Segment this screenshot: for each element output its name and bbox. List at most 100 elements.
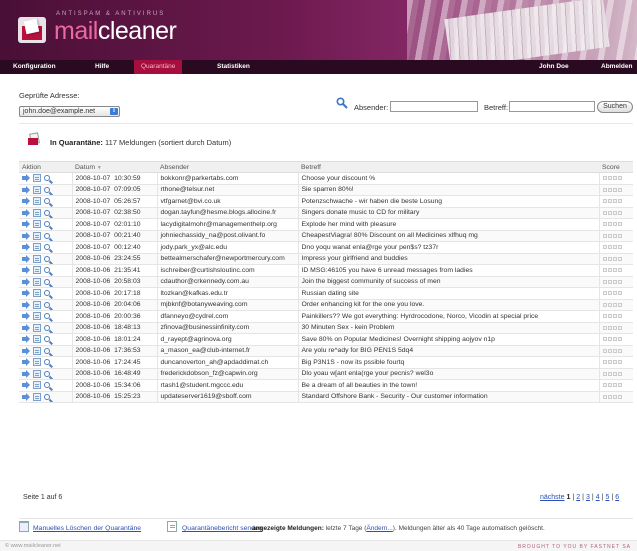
logout-link[interactable]: Abmelden — [594, 60, 637, 74]
release-arrow-icon[interactable] — [22, 369, 30, 378]
preview-magnifier-icon[interactable] — [44, 370, 50, 377]
request-release-doc-icon[interactable] — [33, 208, 41, 217]
release-arrow-icon[interactable] — [22, 381, 30, 390]
preview-magnifier-icon[interactable] — [44, 278, 50, 285]
score-box — [607, 394, 612, 399]
nav-item-hilfe[interactable]: Hilfe — [88, 60, 116, 74]
release-arrow-icon[interactable] — [22, 254, 30, 263]
row-score — [599, 368, 633, 380]
row-datetime: 2008-10-06 20:00:36 — [72, 310, 158, 323]
col-header-subject[interactable]: Betreff — [298, 161, 599, 173]
col-header-action: Aktion — [19, 161, 72, 173]
score-box — [617, 348, 622, 353]
release-arrow-icon[interactable] — [22, 300, 30, 309]
request-release-doc-icon[interactable] — [33, 220, 41, 229]
release-arrow-icon[interactable] — [22, 277, 30, 286]
subject-input[interactable] — [509, 101, 595, 112]
preview-magnifier-icon[interactable] — [44, 313, 50, 320]
preview-magnifier-icon[interactable] — [44, 347, 50, 354]
sender-input[interactable] — [390, 101, 478, 112]
preview-magnifier-icon[interactable] — [44, 232, 50, 239]
send-report-link[interactable]: Quarantänebericht senden — [182, 525, 263, 532]
row-sender: jody.park_yx@alc.edu — [157, 241, 299, 254]
row-actions — [19, 264, 73, 277]
release-arrow-icon[interactable] — [22, 243, 30, 252]
release-arrow-icon[interactable] — [22, 312, 30, 321]
release-arrow-icon[interactable] — [22, 185, 30, 194]
row-score — [599, 218, 633, 231]
request-release-doc-icon[interactable] — [33, 243, 41, 252]
col-header-sender[interactable]: Absender — [157, 161, 298, 173]
release-arrow-icon[interactable] — [22, 358, 30, 367]
footer-url[interactable]: © www.mailcleaner.net — [5, 543, 61, 549]
pager-page-2[interactable]: 2 — [576, 494, 580, 501]
preview-magnifier-icon[interactable] — [44, 290, 50, 297]
release-arrow-icon[interactable] — [22, 323, 30, 332]
col-header-score[interactable]: Score — [599, 161, 633, 173]
release-arrow-icon[interactable] — [22, 266, 30, 275]
preview-magnifier-icon[interactable] — [44, 324, 50, 331]
release-arrow-icon[interactable] — [22, 231, 30, 240]
pager-next-link[interactable]: nächste — [540, 494, 565, 501]
release-arrow-icon[interactable] — [22, 289, 30, 298]
request-release-doc-icon[interactable] — [33, 381, 41, 390]
pager-page-5[interactable]: 5 — [605, 494, 609, 501]
nav-item-konfiguration[interactable]: Konfiguration — [6, 60, 63, 74]
col-header-date[interactable]: Datum ▼ — [72, 161, 157, 173]
row-time: 07:09:05 — [114, 186, 141, 194]
release-arrow-icon[interactable] — [22, 174, 30, 183]
score-box — [602, 371, 607, 376]
request-release-doc-icon[interactable] — [33, 174, 41, 183]
nav-item-statistiken[interactable]: Statistiken — [210, 60, 257, 74]
preview-magnifier-icon[interactable] — [44, 382, 50, 389]
pager-page-3[interactable]: 3 — [586, 494, 590, 501]
request-release-doc-icon[interactable] — [33, 346, 41, 355]
request-release-doc-icon[interactable] — [33, 197, 41, 206]
preview-magnifier-icon[interactable] — [44, 186, 50, 193]
pager-page-6[interactable]: 6 — [615, 494, 619, 501]
request-release-doc-icon[interactable] — [33, 323, 41, 332]
preview-magnifier-icon[interactable] — [44, 198, 50, 205]
purge-quarantine-link[interactable]: Manuelles Löschen der Quarantäne — [33, 525, 141, 532]
release-arrow-icon[interactable] — [22, 335, 30, 344]
score-box — [602, 302, 607, 307]
request-release-doc-icon[interactable] — [33, 335, 41, 344]
search-button[interactable]: Suchen — [597, 101, 633, 113]
preview-magnifier-icon[interactable] — [44, 359, 50, 366]
request-release-doc-icon[interactable] — [33, 185, 41, 194]
release-arrow-icon[interactable] — [22, 346, 30, 355]
row-sender: lacydigitalmohr@managementhelp.org — [157, 218, 299, 231]
release-arrow-icon[interactable] — [22, 197, 30, 206]
request-release-doc-icon[interactable] — [33, 254, 41, 263]
score-box — [607, 199, 612, 204]
preview-magnifier-icon[interactable] — [44, 209, 50, 216]
row-time: 00:12:40 — [114, 243, 141, 251]
request-release-doc-icon[interactable] — [33, 277, 41, 286]
release-arrow-icon[interactable] — [22, 208, 30, 217]
score-box — [602, 337, 607, 342]
request-release-doc-icon[interactable] — [33, 289, 41, 298]
preview-magnifier-icon[interactable] — [44, 393, 50, 400]
pager-page-4[interactable]: 4 — [596, 494, 600, 501]
score-box — [612, 199, 617, 204]
preview-magnifier-icon[interactable] — [44, 336, 50, 343]
request-release-doc-icon[interactable] — [33, 392, 41, 401]
address-select[interactable]: john.doe@example.net ⇕ — [19, 106, 120, 117]
preview-magnifier-icon[interactable] — [44, 244, 50, 251]
preview-magnifier-icon[interactable] — [44, 301, 50, 308]
request-release-doc-icon[interactable] — [33, 312, 41, 321]
request-release-doc-icon[interactable] — [33, 369, 41, 378]
release-arrow-icon[interactable] — [22, 220, 30, 229]
request-release-doc-icon[interactable] — [33, 266, 41, 275]
change-period-link[interactable]: Ändern... — [366, 525, 392, 532]
preview-magnifier-icon[interactable] — [44, 175, 50, 182]
sender-label: Absender: — [354, 103, 389, 112]
nav-item-quarantaene[interactable]: Quarantäne — [134, 60, 183, 74]
request-release-doc-icon[interactable] — [33, 300, 41, 309]
preview-magnifier-icon[interactable] — [44, 267, 50, 274]
request-release-doc-icon[interactable] — [33, 358, 41, 367]
release-arrow-icon[interactable] — [22, 392, 30, 401]
preview-magnifier-icon[interactable] — [44, 255, 50, 262]
preview-magnifier-icon[interactable] — [44, 221, 50, 228]
request-release-doc-icon[interactable] — [33, 231, 41, 240]
